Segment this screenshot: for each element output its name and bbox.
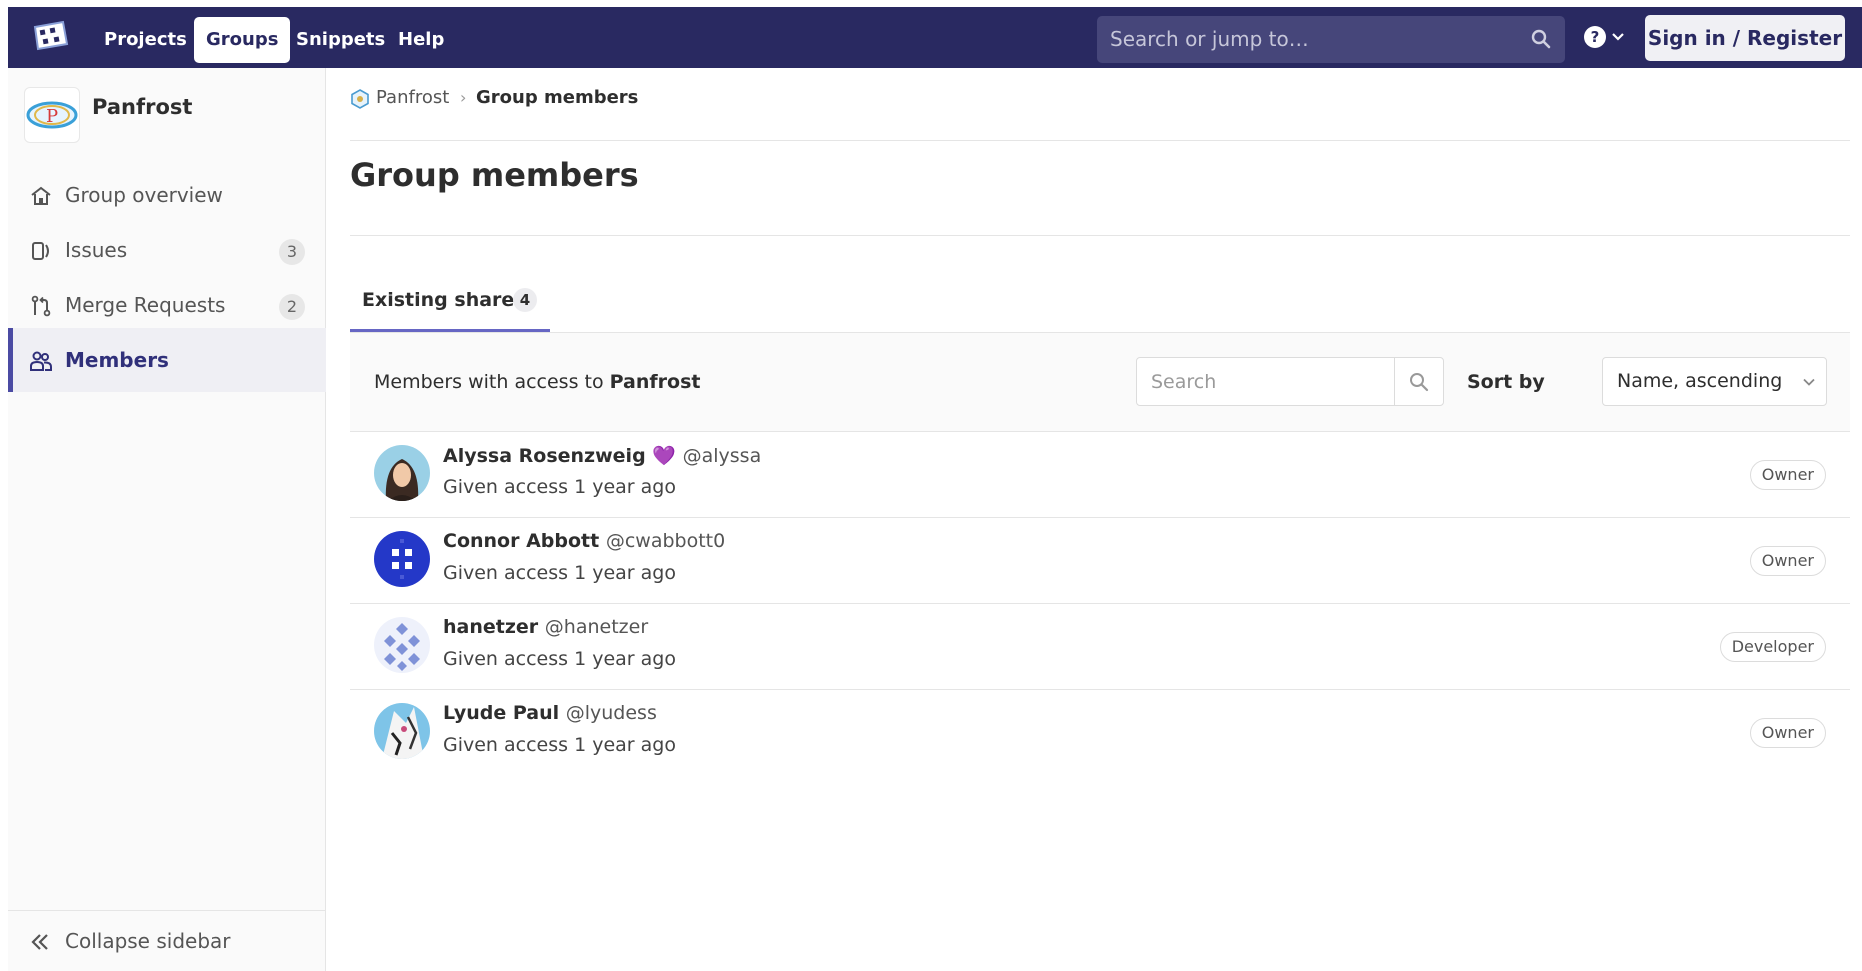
member-name-line: Lyude Paul @lyudess xyxy=(443,702,657,724)
member-access-date: Given access 1 year ago xyxy=(443,734,676,756)
collapse-sidebar-label: Collapse sidebar xyxy=(65,929,231,953)
user-photo-icon xyxy=(374,445,430,501)
member-row: Connor Abbott @cwabbott0 Given access 1 … xyxy=(350,518,1850,604)
members-access-prefix: Members with access to xyxy=(374,371,604,393)
member-search-input[interactable] xyxy=(1137,358,1395,405)
member-username[interactable]: @hanetzer xyxy=(545,616,648,638)
chevron-down-icon xyxy=(1803,378,1815,386)
purple-heart-emoji: 💜 xyxy=(652,445,676,467)
tab-label: Existing shares xyxy=(362,289,526,311)
page-title: Group members xyxy=(350,156,639,194)
member-search xyxy=(1136,357,1444,406)
help-dropdown-icon[interactable]: ? xyxy=(1582,23,1632,51)
members-access-group: Panfrost xyxy=(609,371,701,393)
role-badge: Owner xyxy=(1749,546,1826,576)
breadcrumb-group-link[interactable]: Panfrost xyxy=(376,80,449,116)
member-username[interactable]: @lyudess xyxy=(566,702,657,724)
member-access-date: Given access 1 year ago xyxy=(443,648,676,670)
app-window: Projects Groups Snippets Help Search or … xyxy=(8,7,1862,971)
member-access-date: Given access 1 year ago xyxy=(443,476,676,498)
merge-request-icon xyxy=(31,295,51,317)
global-search-placeholder: Search or jump to… xyxy=(1110,27,1309,51)
member-name-link[interactable]: hanetzer xyxy=(443,616,538,638)
member-row: hanetzer @hanetzer Given access 1 year a… xyxy=(350,604,1850,690)
avatar[interactable] xyxy=(374,703,430,759)
members-filter-bar: Members with access to Panfrost Sort by … xyxy=(350,332,1850,432)
member-name-link[interactable]: Lyude Paul xyxy=(443,702,559,724)
issues-count-badge: 3 xyxy=(279,239,305,265)
search-icon[interactable] xyxy=(1409,372,1429,392)
group-avatar[interactable]: P xyxy=(24,87,80,143)
member-row: Lyude Paul @lyudess Given access 1 year … xyxy=(350,690,1850,776)
group-logo-icon: P xyxy=(26,101,78,129)
merge-requests-count-badge: 2 xyxy=(279,294,305,320)
collapse-sidebar-button[interactable]: Collapse sidebar xyxy=(8,910,326,971)
sort-dropdown[interactable]: Name, ascending xyxy=(1602,357,1827,406)
member-username[interactable]: @cwabbott0 xyxy=(606,530,725,552)
user-pattern-icon xyxy=(374,617,430,673)
double-chevron-left-icon xyxy=(31,934,48,950)
divider xyxy=(350,140,1850,141)
divider xyxy=(350,235,1850,236)
sidebar-item-members[interactable]: Members xyxy=(8,328,326,392)
nav-groups[interactable]: Groups xyxy=(194,17,291,63)
member-row: Alyssa Rosenzweig 💜 @alyssa Given access… xyxy=(350,432,1850,518)
global-search-input[interactable]: Search or jump to… xyxy=(1097,16,1565,63)
group-name[interactable]: Panfrost xyxy=(92,95,192,119)
sidebar: P Panfrost Group overview Issues 3 Merge… xyxy=(8,68,326,971)
top-navbar: Projects Groups Snippets Help Search or … xyxy=(8,7,1862,68)
tab-count-badge: 4 xyxy=(513,288,537,312)
nav-help[interactable]: Help xyxy=(386,17,456,63)
sign-in-register-button[interactable]: Sign in / Register xyxy=(1645,15,1845,61)
breadcrumb-current[interactable]: Group members xyxy=(476,80,638,116)
member-name-link[interactable]: Alyssa Rosenzweig xyxy=(443,445,646,467)
avatar[interactable] xyxy=(374,531,430,587)
sidebar-item-label: Members xyxy=(65,348,169,372)
avatar[interactable] xyxy=(374,445,430,501)
user-identicon-icon xyxy=(374,531,430,587)
member-access-date: Given access 1 year ago xyxy=(443,562,676,584)
role-badge: Owner xyxy=(1749,718,1826,748)
tab-existing-shares[interactable]: Existing shares 4 xyxy=(350,276,550,332)
home-icon xyxy=(31,186,51,205)
member-name-line: hanetzer @hanetzer xyxy=(443,616,648,638)
nav-snippets[interactable]: Snippets xyxy=(284,17,397,63)
member-name-line: Alyssa Rosenzweig 💜 @alyssa xyxy=(443,444,761,467)
role-badge: Owner xyxy=(1749,460,1826,490)
avatar[interactable] xyxy=(374,617,430,673)
nav-projects[interactable]: Projects xyxy=(92,17,199,63)
search-icon xyxy=(1531,29,1551,49)
chevron-right-icon: › xyxy=(460,88,467,107)
user-drawing-icon xyxy=(374,703,430,759)
issues-icon xyxy=(32,242,49,260)
group-breadcrumb-icon xyxy=(351,89,369,109)
svg-text:?: ? xyxy=(1591,28,1600,46)
members-access-text: Members with access to Panfrost xyxy=(374,333,700,431)
role-badge: Developer xyxy=(1719,632,1826,662)
sort-by-label: Sort by xyxy=(1467,371,1545,393)
member-username[interactable]: @alyssa xyxy=(683,445,762,467)
member-name-line: Connor Abbott @cwabbott0 xyxy=(443,530,725,552)
app-logo-icon[interactable] xyxy=(30,18,70,54)
users-icon xyxy=(30,351,52,371)
svg-text:P: P xyxy=(46,106,58,127)
member-name-link[interactable]: Connor Abbott xyxy=(443,530,599,552)
sort-dropdown-value: Name, ascending xyxy=(1617,370,1783,392)
